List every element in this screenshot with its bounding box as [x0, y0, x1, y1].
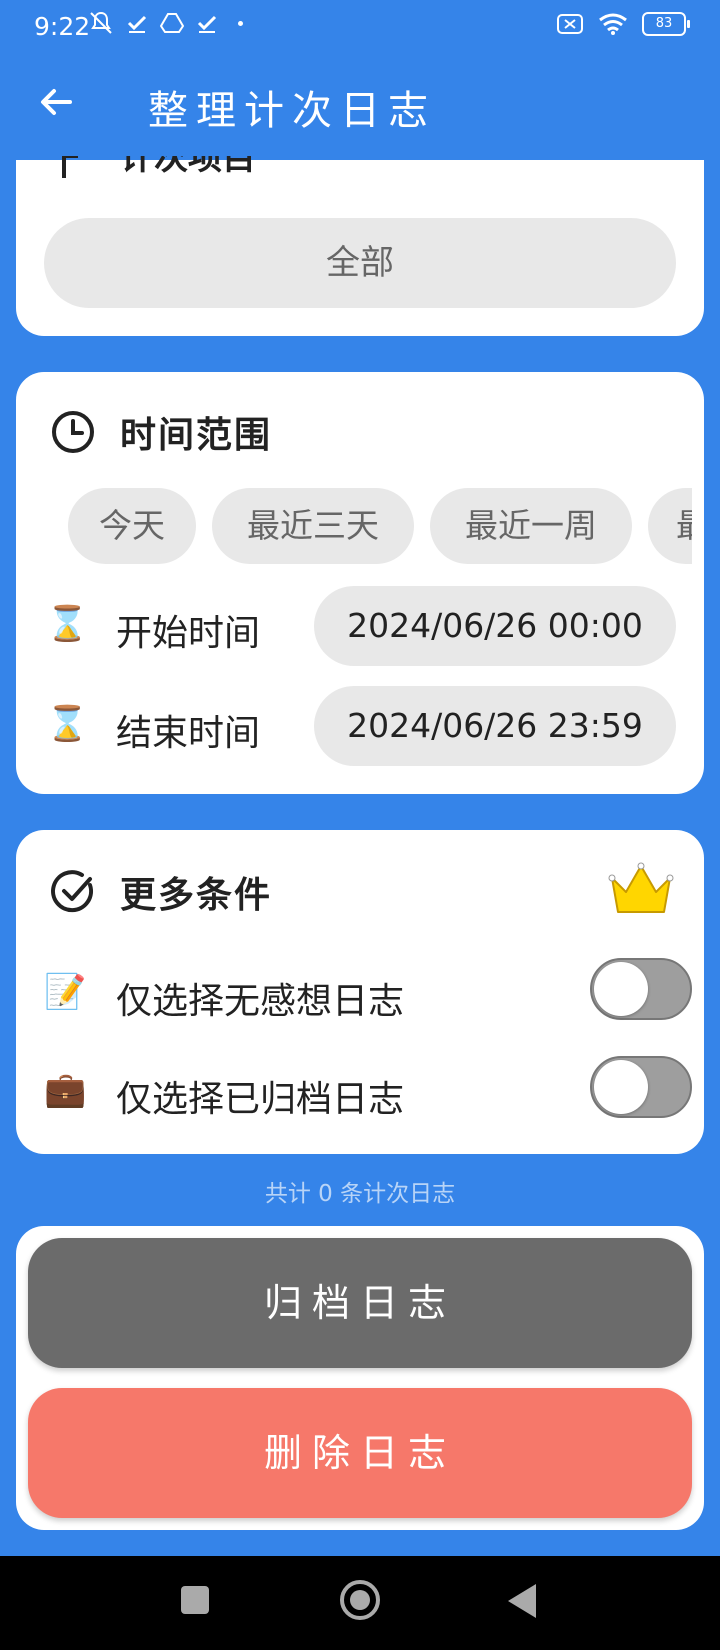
end-time-row: ⌛ 结束时间 2024/06/26 23:59	[46, 686, 692, 766]
no-reflection-toggle[interactable]	[590, 958, 692, 1020]
start-time-row: ⌛ 开始时间 2024/06/26 00:00	[46, 586, 692, 666]
clock-icon	[52, 411, 94, 453]
chip-last-3-days[interactable]: 最近三天	[212, 488, 414, 564]
system-nav-bar	[0, 1556, 720, 1650]
toggle-knob	[594, 962, 648, 1016]
system-icons: 83	[556, 12, 690, 36]
more-conditions-title: 更多条件	[120, 875, 273, 916]
wifi-icon	[599, 13, 627, 35]
check-circle-icon	[51, 870, 94, 913]
archive-logs-button[interactable]: 归档日志	[28, 1238, 692, 1368]
page-title: 整理计次日志	[148, 88, 436, 134]
chip-today[interactable]: 今天	[68, 488, 196, 564]
recents-button[interactable]	[181, 1586, 209, 1614]
project-select-button[interactable]: 全部	[44, 218, 676, 308]
status-bar: 9:22 83	[0, 0, 720, 56]
project-card-title: 计次项目	[52, 156, 256, 178]
time-range-title: 时间范围	[120, 415, 273, 456]
chip-last-week[interactable]: 最近一周	[430, 488, 632, 564]
notification-icons	[88, 10, 243, 36]
muted-bell-icon	[90, 11, 112, 34]
more-conditions-card: 更多条件 📝 仅选择无感想日志 💼 仅选择已归档日志	[16, 830, 704, 1154]
log-count-summary: 共计 0 条计次日志	[264, 1181, 456, 1207]
sim-x-icon	[557, 14, 583, 34]
drive-icon	[160, 13, 184, 33]
end-time-label: 结束时间	[116, 713, 261, 754]
delete-logs-button[interactable]: 删除日志	[28, 1388, 692, 1518]
project-card: 计次项目 全部	[16, 156, 704, 336]
crown-icon[interactable]	[608, 860, 674, 916]
time-range-card: 时间范围 今天 最近三天 最近一周 最近一月 ⌛ 开始时间 2024/06/26…	[16, 372, 704, 794]
flag-icon	[62, 156, 78, 178]
archived-only-row: 💼 仅选择已归档日志	[44, 1056, 692, 1126]
more-notifications-dot-icon	[238, 20, 243, 26]
quick-range-chips: 今天 最近三天 最近一周 最近一月	[52, 488, 692, 566]
briefcase-icon: 💼	[44, 1070, 87, 1110]
no-reflection-row: 📝 仅选择无感想日志	[44, 958, 692, 1028]
actions-card: 归档日志 删除日志	[16, 1226, 704, 1530]
no-reflection-label: 仅选择无感想日志	[116, 981, 405, 1022]
check-icon	[127, 15, 147, 33]
time-range-header: 时间范围	[50, 406, 272, 458]
memo-icon: 📝	[44, 972, 87, 1012]
app-bar: 整理计次日志	[0, 56, 720, 160]
hourglass-icon: ⌛	[46, 604, 89, 644]
start-time-label: 开始时间	[116, 613, 261, 654]
archived-only-toggle[interactable]	[590, 1056, 692, 1118]
back-arrow-icon[interactable]	[36, 82, 76, 122]
hourglass-icon: ⌛	[46, 704, 89, 744]
end-time-field[interactable]: 2024/06/26 23:59	[314, 686, 676, 766]
project-card-title-text: 计次项目	[120, 156, 256, 178]
check-icon-2	[197, 15, 217, 33]
more-conditions-header: 更多条件	[50, 866, 272, 918]
status-time: 9:22	[34, 12, 91, 41]
home-button[interactable]	[340, 1580, 380, 1620]
chip-last-month[interactable]: 最近一月	[648, 488, 692, 564]
toggle-knob	[594, 1060, 648, 1114]
battery-icon: 83	[642, 12, 690, 36]
archived-only-label: 仅选择已归档日志	[116, 1079, 405, 1120]
start-time-field[interactable]: 2024/06/26 00:00	[314, 586, 676, 666]
back-button[interactable]	[508, 1584, 536, 1618]
